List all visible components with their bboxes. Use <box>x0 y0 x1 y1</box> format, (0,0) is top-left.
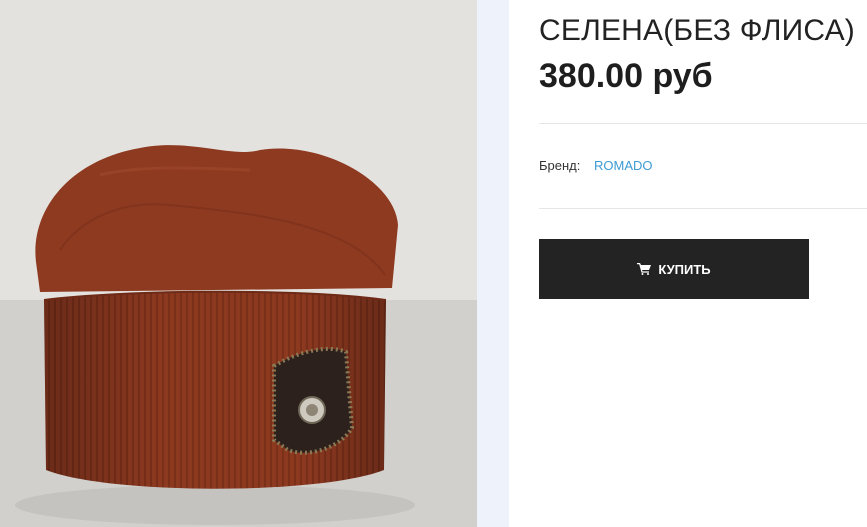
cart-icon <box>637 263 652 275</box>
divider <box>539 123 867 124</box>
brand-link[interactable]: ROMADO <box>594 158 653 173</box>
buy-button-label: КУПИТЬ <box>658 261 711 277</box>
brand-row: Бренд: ROMADO <box>539 158 653 173</box>
beanie-illustration <box>0 0 477 527</box>
product-image[interactable] <box>0 0 477 527</box>
brand-label: Бренд: <box>539 158 581 173</box>
product-title: СЕЛЕНА(БЕЗ ФЛИСА) <box>539 14 855 47</box>
divider <box>539 208 867 209</box>
product-price: 380.00 руб <box>539 57 713 95</box>
buy-button[interactable]: КУПИТЬ <box>539 239 809 299</box>
image-gutter <box>477 0 509 527</box>
